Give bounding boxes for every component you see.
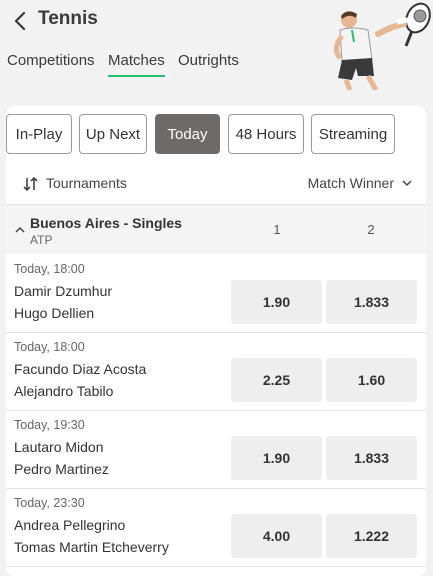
odds-button-1[interactable]: 4.00 (231, 514, 322, 558)
odds-button-2[interactable]: 1.222 (326, 514, 417, 558)
filter-today[interactable]: Today (155, 114, 220, 154)
match-time: Today, 23:30 (14, 496, 85, 510)
match-row[interactable]: Today, 18:00 Damir Dzumhur Hugo Dellien … (6, 255, 426, 333)
odds-button-1[interactable]: 1.90 (231, 436, 322, 480)
match-row[interactable]: Today, 19:30 Lautaro Midon Pedro Martine… (6, 411, 426, 489)
column-header-1: 1 (273, 222, 281, 237)
odds-button-1[interactable]: 2.25 (231, 358, 322, 402)
match-time: Today, 18:00 (14, 340, 85, 354)
odds-button-1[interactable]: 1.90 (231, 280, 322, 324)
home-player: Lautaro Midon (14, 439, 104, 455)
list-toolbar: Tournaments Match Winner (6, 166, 426, 202)
sort-icon[interactable] (23, 176, 39, 192)
odds-button-2[interactable]: 1.833 (326, 280, 417, 324)
home-player: Damir Dzumhur (14, 283, 113, 299)
time-filter-bar: In-Play Up Next Today 48 Hours Streaming (6, 114, 426, 154)
chevron-up-icon[interactable] (14, 225, 26, 235)
page-title: Tennis (38, 8, 98, 29)
page-header: Tennis Competitions Matches Outrights (0, 0, 433, 96)
column-header-2: 2 (367, 222, 375, 237)
competition-header[interactable]: Buenos Aires - Singles ATP 1 2 (6, 204, 426, 254)
filter-48-hours[interactable]: 48 Hours (228, 114, 304, 154)
match-time: Today, 19:30 (14, 418, 85, 432)
home-player: Andrea Pellegrino (14, 517, 126, 533)
tab-matches[interactable]: Matches (108, 52, 165, 77)
market-dropdown[interactable]: Match Winner (308, 175, 412, 191)
home-player: Facundo Diaz Acosta (14, 361, 147, 377)
back-arrow-icon[interactable] (10, 10, 30, 32)
match-time: Today, 18:00 (14, 262, 85, 276)
match-row[interactable]: Today, 18:00 Facundo Diaz Acosta Alejand… (6, 333, 426, 411)
away-player: Alejandro Tabilo (14, 383, 114, 399)
filter-streaming[interactable]: Streaming (311, 114, 395, 154)
competition-name: Buenos Aires - Singles (30, 215, 182, 231)
matches-card: In-Play Up Next Today 48 Hours Streaming… (6, 106, 426, 576)
match-row[interactable]: Today, 23:30 Andrea Pellegrino Tomas Mar… (6, 489, 426, 567)
filter-in-play[interactable]: In-Play (6, 114, 72, 154)
tournaments-label[interactable]: Tournaments (46, 175, 127, 191)
tab-competitions[interactable]: Competitions (7, 52, 95, 75)
chevron-down-icon (402, 179, 412, 186)
odds-button-2[interactable]: 1.833 (326, 436, 417, 480)
competition-tour: ATP (30, 233, 53, 247)
tennis-player-illustration (334, 2, 431, 90)
away-player: Hugo Dellien (14, 305, 95, 321)
market-dropdown-label: Match Winner (307, 175, 394, 191)
odds-button-2[interactable]: 1.60 (326, 358, 417, 402)
filter-up-next[interactable]: Up Next (79, 114, 147, 154)
tab-outrights[interactable]: Outrights (178, 52, 239, 75)
away-player: Tomas Martin Etcheverry (14, 539, 169, 555)
away-player: Pedro Martinez (14, 461, 109, 477)
